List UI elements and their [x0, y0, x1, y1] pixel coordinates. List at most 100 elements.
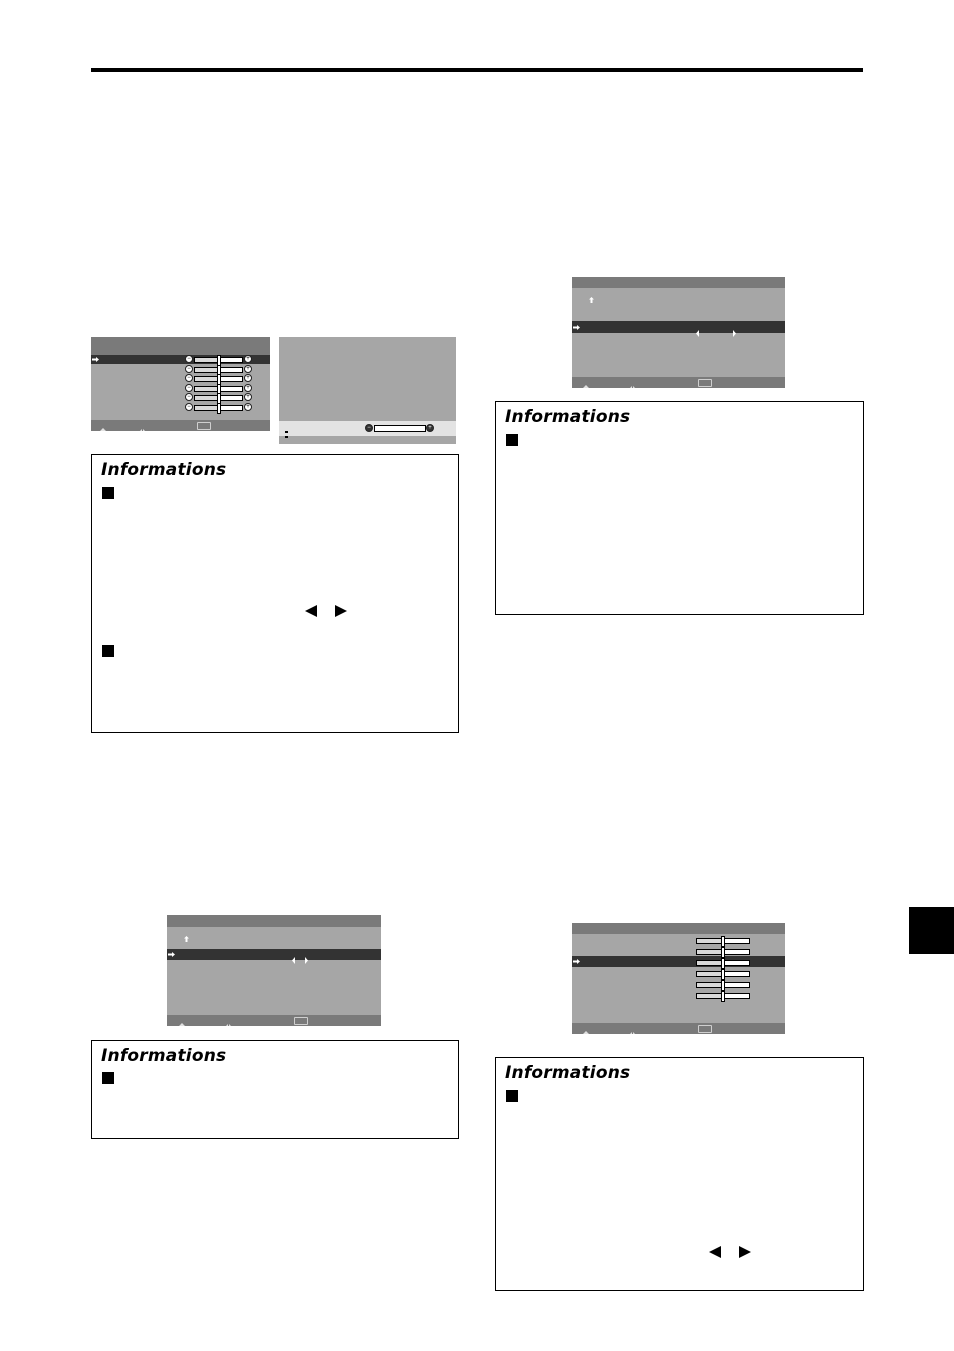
osd-title-bar [572, 923, 785, 934]
plus-icon: + [244, 393, 252, 401]
pointer-arrow-icon [92, 357, 99, 362]
slider-track[interactable] [194, 393, 243, 404]
info-heading: Informations [505, 1063, 631, 1083]
pointer-arrow-icon [168, 952, 175, 957]
osd-selected-row[interactable] [572, 321, 785, 333]
right-arrow-key-icon [739, 1246, 751, 1258]
info-heading: Informations [505, 407, 631, 427]
plus-icon: + [244, 355, 252, 363]
left-right-adjust-icon [629, 379, 636, 388]
info-box-1: Informations [91, 454, 459, 733]
osd-option-menu-bottom [167, 915, 381, 1026]
slider-fill [195, 358, 219, 362]
bullet-square-icon [506, 1090, 518, 1102]
slider-fill [697, 961, 723, 965]
exit-button-icon [698, 379, 712, 387]
option-right-arrow-icon[interactable] [732, 324, 736, 342]
slider-track[interactable] [194, 355, 243, 366]
left-right-adjust-icon [629, 1025, 636, 1034]
slider-knob[interactable] [216, 402, 221, 414]
info-box-2: Informations [495, 401, 864, 615]
plus-icon: + [244, 364, 252, 373]
bullet-square-icon [102, 1072, 114, 1084]
slider-track[interactable] [696, 980, 750, 991]
osd-selected-row[interactable] [167, 949, 381, 960]
minus-icon: − [185, 402, 193, 411]
minus-icon: − [185, 383, 193, 392]
osd-title-bar [572, 277, 785, 288]
osd-footer [572, 377, 785, 388]
slider-fill [195, 367, 219, 372]
osd-title-bar [167, 915, 381, 927]
plus-icon: + [244, 402, 252, 411]
info-heading: Informations [101, 460, 227, 480]
left-right-adjust-icon [139, 422, 146, 431]
slider-track[interactable] [194, 374, 243, 385]
osd-footer [167, 1015, 381, 1026]
option-left-arrow-icon[interactable] [696, 324, 700, 342]
osd-single-adjust-screen: − + [279, 337, 456, 444]
slider-track[interactable] [194, 383, 243, 395]
slider-fill [697, 950, 723, 954]
top-rule [91, 68, 863, 72]
bullet-square-icon [102, 487, 114, 499]
slider-track[interactable] [696, 947, 750, 958]
slider-track[interactable] [696, 969, 750, 980]
slider-fill [195, 396, 219, 400]
pointer-arrow-icon [573, 325, 580, 330]
info-heading: Informations [101, 1046, 227, 1066]
osd-picture-adjust-menu: − + − + − + − + − + − + [91, 337, 270, 431]
exit-button-icon [197, 422, 211, 430]
bullet-square-icon [102, 645, 114, 657]
left-arrow-key-icon [305, 605, 317, 617]
slider-knob[interactable] [721, 969, 725, 980]
slider-knob[interactable] [721, 936, 725, 947]
osd-option-menu-top [572, 277, 785, 388]
up-down-select-icon [285, 425, 288, 443]
left-arrow-key-icon [709, 1246, 721, 1258]
minus-icon[interactable]: − [365, 424, 373, 432]
up-arrow-icon [589, 290, 594, 308]
info-box-3: Informations [91, 1040, 459, 1139]
plus-icon: + [244, 383, 252, 392]
up-down-select-icon [179, 1017, 185, 1026]
minus-icon: − [185, 364, 193, 373]
left-right-adjust-icon [225, 1017, 232, 1026]
slider-fill [697, 983, 723, 987]
up-down-select-icon [583, 379, 589, 388]
option-left-arrow-icon[interactable] [292, 951, 296, 969]
slider-track[interactable] [194, 402, 243, 414]
slider-knob[interactable] [721, 947, 725, 958]
adjust-slider[interactable] [374, 425, 426, 432]
slider-track[interactable] [194, 364, 243, 376]
slider-track[interactable] [696, 958, 750, 969]
info-box-4: Informations [495, 1057, 864, 1291]
osd-selected-row[interactable] [572, 956, 785, 967]
osd-footer [91, 420, 270, 431]
plus-icon: + [244, 374, 252, 382]
slider-knob[interactable] [721, 991, 725, 1002]
osd-adjust-bar: − + [279, 421, 456, 438]
pointer-arrow-icon [573, 959, 580, 964]
slider-fill [697, 994, 723, 998]
minus-icon: − [185, 393, 193, 401]
osd-title-bar [91, 337, 270, 355]
osd-slider-menu [572, 923, 785, 1034]
osd-footer [572, 1023, 785, 1034]
slider-knob[interactable] [721, 958, 725, 969]
slider-track[interactable] [696, 991, 750, 1002]
right-arrow-key-icon [335, 605, 347, 617]
bullet-square-icon [506, 434, 518, 446]
exit-button-icon [698, 1025, 712, 1033]
plus-icon[interactable]: + [426, 424, 434, 432]
up-arrow-icon [184, 929, 189, 947]
slider-knob[interactable] [721, 980, 725, 991]
exit-button-icon [294, 1017, 308, 1025]
chapter-tab [909, 907, 954, 954]
slider-track[interactable] [696, 936, 750, 947]
slider-fill [697, 939, 723, 943]
slider-fill [195, 377, 219, 381]
minus-icon: − [185, 355, 193, 363]
option-right-arrow-icon[interactable] [304, 951, 308, 969]
slider-fill [697, 972, 723, 976]
